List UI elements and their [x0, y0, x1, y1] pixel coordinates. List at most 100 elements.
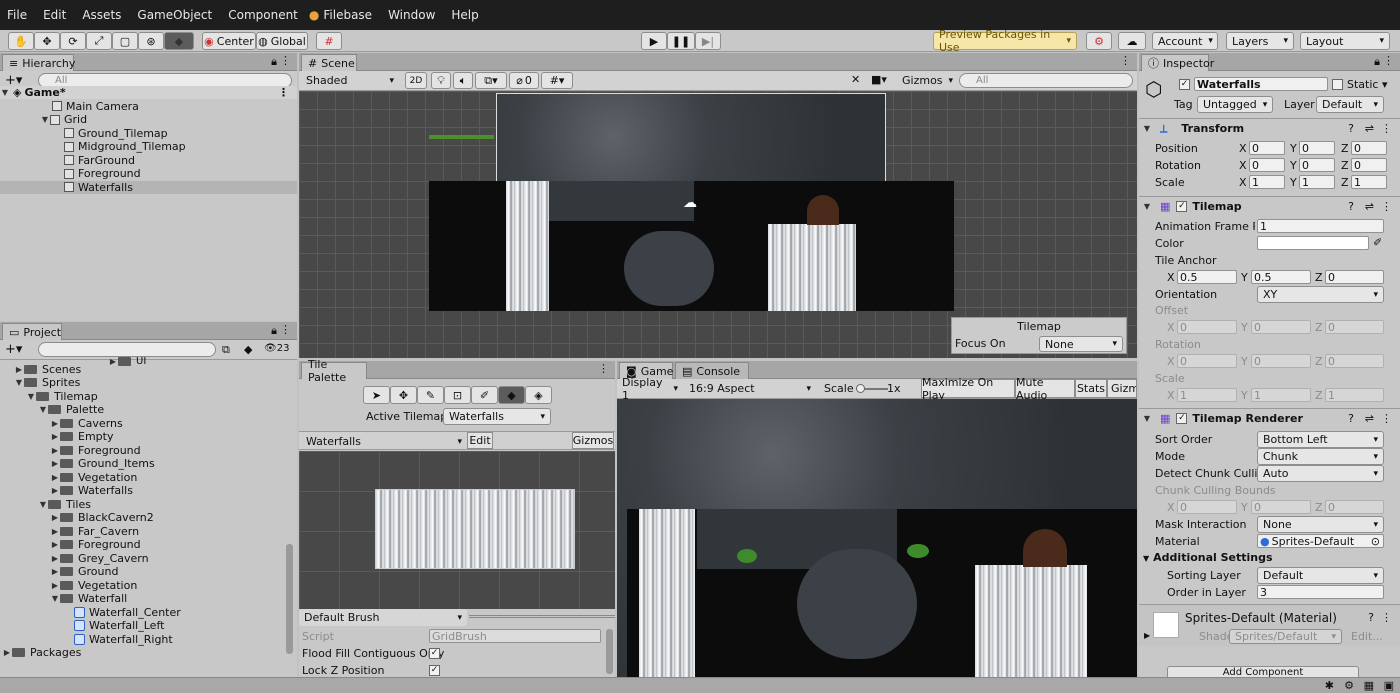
- collab-button[interactable]: ⚙: [1086, 32, 1112, 50]
- help-icon[interactable]: ?: [1348, 200, 1354, 213]
- fold-icon[interactable]: ▶: [50, 419, 60, 428]
- active-tilemap-dropdown[interactable]: Waterfalls: [443, 408, 551, 425]
- scale-y-field[interactable]: 1: [1299, 175, 1335, 189]
- hierarchy-item[interactable]: ▼ Grid: [40, 113, 87, 126]
- color-swatch[interactable]: [1257, 236, 1369, 250]
- position-z-field[interactable]: 0: [1351, 141, 1387, 155]
- hidden-objects-toggle[interactable]: ⌀ 0: [509, 72, 539, 89]
- tab-project[interactable]: ▭ Project: [2, 323, 62, 340]
- tab-hierarchy[interactable]: ≡ Hierarchy: [2, 54, 75, 71]
- layers-dropdown[interactable]: Layers: [1226, 32, 1294, 50]
- project-item[interactable]: ▶ Scenes: [14, 363, 81, 376]
- project-item[interactable]: ▼ Tiles: [38, 498, 91, 511]
- bug-icon[interactable]: ✱: [1325, 679, 1334, 692]
- aspect-dropdown[interactable]: 16:9 Aspect: [684, 380, 816, 397]
- fold-down-icon[interactable]: ▼: [0, 88, 10, 97]
- fold-icon[interactable]: ▶: [50, 486, 60, 495]
- mute-audio-toggle[interactable]: Mute Audio: [1015, 376, 1075, 402]
- fold-icon[interactable]: ▶: [50, 513, 60, 522]
- active-checkbox[interactable]: ✓: [1179, 79, 1190, 90]
- tilemap-header[interactable]: ▼ ▦ ✓ Tilemap ? ⇌ ⋮: [1139, 196, 1400, 216]
- fold-down-icon[interactable]: ▼: [38, 500, 48, 509]
- tag-dropdown[interactable]: Untagged: [1197, 96, 1273, 113]
- custom-tool-button[interactable]: ◆: [164, 32, 194, 50]
- help-icon[interactable]: ?: [1348, 412, 1354, 425]
- filter-type-icon[interactable]: ⧉: [222, 343, 230, 357]
- fold-down-icon[interactable]: ▼: [1142, 124, 1152, 133]
- menu-dots-icon[interactable]: ⋮: [598, 362, 609, 375]
- additional-settings-header[interactable]: ▼ Additional Settings: [1143, 551, 1273, 564]
- project-item[interactable]: ▶ Far_Cavern: [50, 525, 139, 538]
- fold-down-icon[interactable]: ▼: [1143, 554, 1149, 563]
- lighting-toggle[interactable]: 💡︎: [431, 72, 451, 89]
- menu-filebase[interactable]: Filebase: [319, 8, 381, 22]
- palette-gizmos-button[interactable]: Gizmos: [572, 432, 614, 449]
- layout-dropdown[interactable]: Layout: [1300, 32, 1390, 50]
- effects-dropdown[interactable]: ⧉▾: [475, 72, 507, 89]
- material-field[interactable]: ● Sprites-Default ⊙: [1257, 534, 1384, 548]
- project-item[interactable]: ▶ Ground_Items: [50, 457, 155, 470]
- hierarchy-item[interactable]: Main Camera: [52, 100, 139, 113]
- anchor-x-field[interactable]: 0.5: [1177, 270, 1237, 284]
- scale-slider-thumb[interactable]: [856, 384, 865, 393]
- add-icon[interactable]: +▾: [5, 342, 22, 357]
- project-item[interactable]: ▼ Palette: [38, 403, 104, 416]
- audio-toggle[interactable]: 🔈︎: [453, 72, 473, 89]
- focus-on-dropdown[interactable]: None: [1039, 336, 1123, 352]
- preset-icon[interactable]: ⇌: [1365, 412, 1374, 425]
- project-item[interactable]: ▶ Ground: [50, 565, 119, 578]
- transform-tool-button[interactable]: ⊛: [138, 32, 164, 50]
- tilemap-renderer-header[interactable]: ▼ ▦ ✓ Tilemap Renderer ? ⇌ ⋮: [1139, 408, 1400, 428]
- shading-dropdown[interactable]: Shaded: [301, 72, 399, 89]
- picker-tool-button[interactable]: ✐: [471, 386, 498, 404]
- static-checkbox[interactable]: [1332, 79, 1343, 90]
- fold-icon[interactable]: ▶: [2, 648, 12, 657]
- tools-icon[interactable]: ✕: [851, 73, 860, 86]
- sort-order-dropdown[interactable]: Bottom Left: [1257, 431, 1384, 448]
- toggle-2d-button[interactable]: 2D: [405, 72, 427, 89]
- mode-dropdown[interactable]: Chunk: [1257, 448, 1384, 465]
- tab-console[interactable]: ▤ Console: [675, 362, 749, 379]
- account-dropdown[interactable]: Account: [1152, 32, 1218, 50]
- component-menu-icon[interactable]: ⋮: [1381, 200, 1392, 213]
- paint-tool-button[interactable]: ✎: [417, 386, 444, 404]
- fold-icon[interactable]: ▶: [50, 432, 60, 441]
- grid-toggle[interactable]: #▾: [541, 72, 573, 89]
- fold-icon[interactable]: ▶: [50, 581, 60, 590]
- menu-gameobject[interactable]: GameObject: [130, 8, 221, 22]
- position-x-field[interactable]: 0: [1249, 141, 1285, 155]
- fold-icon[interactable]: ▶: [50, 446, 60, 455]
- project-item[interactable]: Waterfall_Left: [74, 619, 164, 632]
- scale-x-field[interactable]: 1: [1249, 175, 1285, 189]
- hierarchy-item[interactable]: Midground_Tilemap: [64, 140, 186, 153]
- hierarchy-item-selected[interactable]: Waterfalls: [0, 180, 297, 194]
- project-item[interactable]: ▶ Foreground: [50, 538, 141, 551]
- menu-dots-icon[interactable]: ⋮: [1120, 54, 1131, 67]
- scene-row[interactable]: ▼ ◈ Game* ⋮: [0, 86, 297, 100]
- game-gizmos-toggle[interactable]: Gizm: [1107, 379, 1137, 398]
- fold-down-icon[interactable]: ▼: [50, 594, 60, 603]
- anim-frame-rate-field[interactable]: 1: [1257, 219, 1384, 233]
- palette-dropdown[interactable]: Waterfalls: [301, 433, 467, 450]
- anchor-y-field[interactable]: 0.5: [1251, 270, 1311, 284]
- hidden-packages-button[interactable]: 👁︎23: [264, 343, 289, 354]
- project-item[interactable]: ▶ Waterfalls: [50, 484, 133, 497]
- chunk-culling-dropdown[interactable]: Auto: [1257, 465, 1384, 482]
- fold-icon[interactable]: ▶: [14, 365, 24, 374]
- lock-icon[interactable]: 🔒︎: [1374, 55, 1380, 69]
- menu-edit[interactable]: Edit: [36, 8, 75, 22]
- fill-tool-button[interactable]: ◈: [525, 386, 552, 404]
- fold-down-icon[interactable]: ▼: [14, 378, 24, 387]
- menu-dots-icon[interactable]: ⋮: [280, 54, 291, 67]
- project-item[interactable]: ▶ Packages: [2, 646, 81, 659]
- tab-inspector[interactable]: ⓘ Inspector: [1141, 54, 1214, 71]
- transform-header[interactable]: ▼ ⟂ Transform ? ⇌ ⋮: [1139, 118, 1400, 138]
- box-fill-tool-button[interactable]: ⊡: [444, 386, 471, 404]
- fold-icon[interactable]: ▶: [50, 527, 60, 536]
- preview-packages-dropdown[interactable]: Preview Packages in Use: [933, 28, 1077, 54]
- display-dropdown[interactable]: Display 1: [617, 376, 683, 402]
- project-item[interactable]: ▶ Empty: [50, 430, 114, 443]
- shader-dropdown[interactable]: Sprites/Default: [1229, 629, 1342, 644]
- sorting-layer-dropdown[interactable]: Default: [1257, 567, 1384, 584]
- fold-down-icon[interactable]: ▼: [1142, 414, 1152, 423]
